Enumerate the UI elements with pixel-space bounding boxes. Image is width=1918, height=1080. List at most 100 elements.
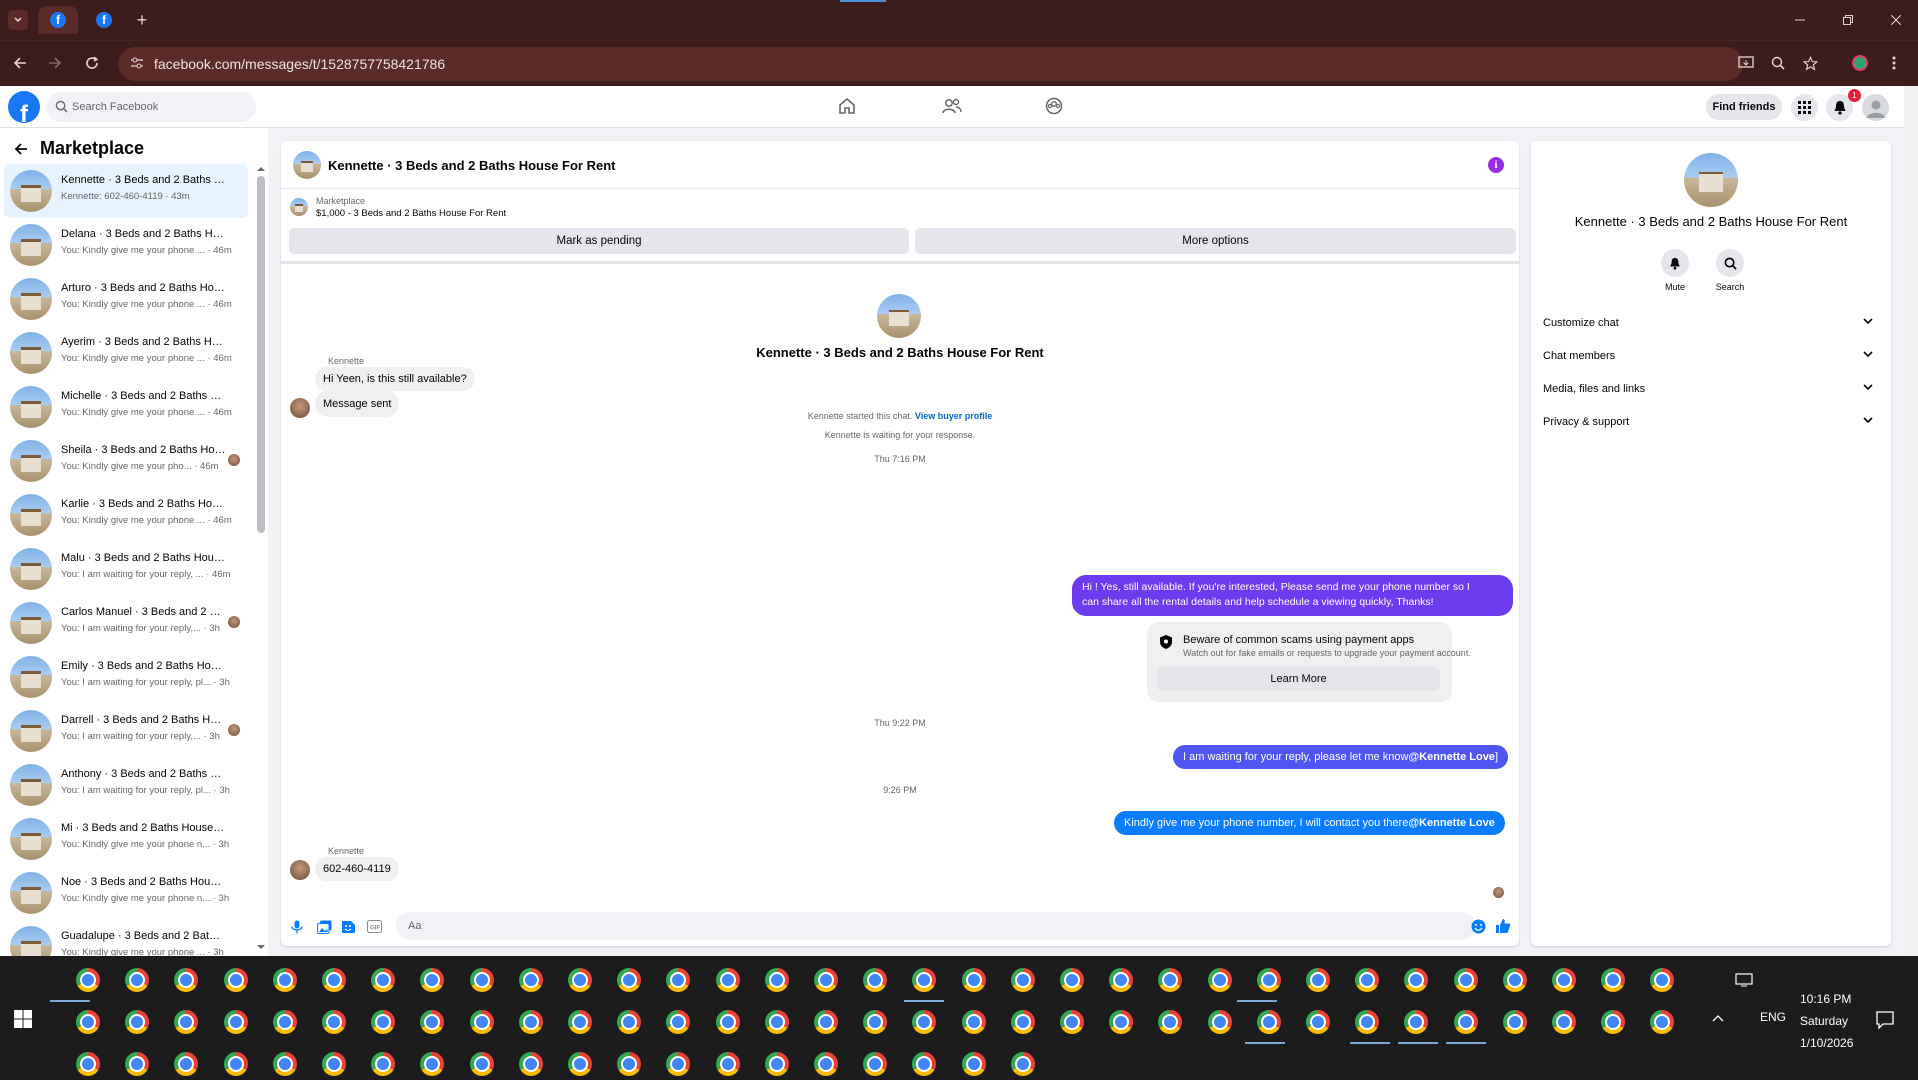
mark-as-pending-button[interactable]: Mark as pending <box>289 228 909 254</box>
taskbar-chrome-icon[interactable] <box>1158 968 1182 992</box>
scroll-up-icon[interactable] <box>256 166 266 172</box>
taskbar-chrome-icon[interactable] <box>1208 1010 1232 1034</box>
taskbar-chrome-icon[interactable] <box>519 968 543 992</box>
taskbar-chrome-icon[interactable] <box>1158 1010 1182 1034</box>
taskbar-chrome-icon[interactable] <box>76 1052 100 1076</box>
taskbar-chrome-icon[interactable] <box>125 1010 149 1034</box>
sidebar-scrollbar[interactable] <box>257 176 265 533</box>
search-action[interactable]: Search <box>1710 249 1750 292</box>
taskbar-chrome-icon[interactable] <box>814 1010 838 1034</box>
taskbar-chrome-icon[interactable] <box>224 1010 248 1034</box>
taskbar-chrome-icon[interactable] <box>1552 968 1576 992</box>
browser-tab-facebook-2[interactable]: f <box>84 6 124 34</box>
taskbar-chrome-icon[interactable] <box>273 968 297 992</box>
taskbar-chrome-icon[interactable] <box>863 1052 887 1076</box>
listing-title[interactable]: $1,000 - 3 Beds and 2 Baths House For Re… <box>316 208 506 219</box>
taskbar-chrome-icon[interactable] <box>1060 1010 1084 1034</box>
conversation-item[interactable]: Darrell · 3 Beds and 2 Baths House For R… <box>4 704 248 758</box>
incoming-message[interactable]: 602-460-4119 <box>315 857 399 881</box>
groups-icon[interactable] <box>1045 97 1063 115</box>
details-thumbnail[interactable] <box>1684 153 1738 207</box>
taskbar-chrome-icon[interactable] <box>912 1052 936 1076</box>
zoom-button[interactable] <box>1768 53 1788 73</box>
back-button[interactable] <box>10 53 30 73</box>
taskbar-chrome-icon[interactable] <box>863 1010 887 1034</box>
friends-icon[interactable] <box>942 97 962 115</box>
cast-button[interactable] <box>1736 53 1756 73</box>
taskbar-chrome-icon[interactable] <box>420 968 444 992</box>
info-icon[interactable]: i <box>1488 157 1504 173</box>
conversation-item[interactable]: Michelle · 3 Beds and 2 Baths House For … <box>4 380 248 434</box>
taskbar-chrome-icon[interactable] <box>716 1052 740 1076</box>
taskbar-chrome-icon[interactable] <box>322 968 346 992</box>
gif-icon[interactable]: GIF <box>367 920 382 933</box>
conversation-item[interactable]: Delana · 3 Beds and 2 Baths House For Re… <box>4 218 248 272</box>
taskbar-chrome-icon[interactable] <box>519 1010 543 1034</box>
forward-button[interactable] <box>45 53 65 73</box>
taskbar-chrome-icon[interactable] <box>765 1052 789 1076</box>
taskbar-chrome-icon[interactable] <box>1257 968 1281 992</box>
browser-tab-facebook-1[interactable]: f <box>38 6 78 34</box>
taskbar-chrome-icon[interactable] <box>1306 1010 1330 1034</box>
language-indicator[interactable]: ENG <box>1760 1010 1786 1024</box>
more-options-button[interactable]: More options <box>915 228 1516 254</box>
outgoing-message[interactable]: Hi ! Yes, still available. If you're int… <box>1072 575 1513 616</box>
taskbar-chrome-icon[interactable] <box>470 1052 494 1076</box>
taskbar-chrome-icon[interactable] <box>1601 968 1625 992</box>
sender-avatar[interactable] <box>290 398 310 418</box>
taskbar-chrome-icon[interactable] <box>1011 1010 1035 1034</box>
taskbar-chrome-icon[interactable] <box>617 1010 641 1034</box>
taskbar-chrome-icon[interactable] <box>863 968 887 992</box>
taskbar-chrome-icon[interactable] <box>1503 968 1527 992</box>
browser-menu-button[interactable] <box>1884 53 1904 73</box>
taskbar-chrome-icon[interactable] <box>666 968 690 992</box>
taskbar-chrome-icon[interactable] <box>814 1052 838 1076</box>
privacy-support-row[interactable]: Privacy & support <box>1543 409 1883 435</box>
minimize-button[interactable] <box>1790 10 1810 30</box>
display-icon[interactable] <box>1735 973 1753 987</box>
taskbar-chrome-icon[interactable] <box>1355 1010 1379 1034</box>
taskbar-chrome-icon[interactable] <box>76 968 100 992</box>
site-settings-icon[interactable] <box>130 56 144 70</box>
emoji-icon[interactable] <box>1471 919 1486 934</box>
customize-chat-row[interactable]: Customize chat <box>1543 310 1883 336</box>
chat-members-row[interactable]: Chat members <box>1543 343 1883 369</box>
conversation-item[interactable]: Malu · 3 Beds and 2 Baths House For Rent… <box>4 542 248 596</box>
taskbar-chrome-icon[interactable] <box>666 1010 690 1034</box>
taskbar-chrome-icon[interactable] <box>617 1052 641 1076</box>
chat-thumbnail[interactable] <box>293 151 321 179</box>
taskbar-chrome-icon[interactable] <box>273 1010 297 1034</box>
taskbar-chrome-icon[interactable] <box>1650 968 1674 992</box>
mention[interactable]: @Kennette Love <box>1408 817 1495 829</box>
mute-button[interactable] <box>1661 249 1689 277</box>
taskbar-chrome-icon[interactable] <box>1601 1010 1625 1034</box>
conversation-item[interactable]: Mi · 3 Beds and 2 Baths House For Rent Yo… <box>4 812 248 866</box>
taskbar-chrome-icon[interactable] <box>1552 1010 1576 1034</box>
taskbar-chrome-icon[interactable] <box>962 1052 986 1076</box>
taskbar-chrome-icon[interactable] <box>76 1010 100 1034</box>
message-input[interactable]: Aa <box>396 912 1476 940</box>
restore-button[interactable] <box>1838 10 1858 30</box>
taskbar-chrome-icon[interactable] <box>420 1052 444 1076</box>
back-arrow-icon[interactable] <box>14 142 28 156</box>
search-in-chat-button[interactable] <box>1716 249 1744 277</box>
facebook-logo[interactable]: f <box>8 91 40 123</box>
taskbar-chrome-icon[interactable] <box>1404 968 1428 992</box>
scroll-down-icon[interactable] <box>256 944 266 950</box>
sender-avatar[interactable] <box>290 860 310 880</box>
taskbar-chrome-icon[interactable] <box>568 1010 592 1034</box>
taskbar-chrome-icon[interactable] <box>1109 1010 1133 1034</box>
notification-center-icon[interactable] <box>1876 1011 1894 1029</box>
taskbar-chrome-icon[interactable] <box>1060 968 1084 992</box>
find-friends-button[interactable]: Find friends <box>1706 94 1782 120</box>
taskbar-chrome-icon[interactable] <box>568 1052 592 1076</box>
taskbar-chrome-icon[interactable] <box>519 1052 543 1076</box>
incoming-message[interactable]: Hi Yeen, is this still available? <box>315 367 475 391</box>
taskbar-chrome-icon[interactable] <box>174 1010 198 1034</box>
taskbar-chrome-icon[interactable] <box>1306 968 1330 992</box>
tab-search-button[interactable] <box>8 10 28 30</box>
bookmark-button[interactable] <box>1800 53 1820 73</box>
mute-action[interactable]: Mute <box>1655 249 1695 292</box>
conversation-item[interactable]: Arturo · 3 Beds and 2 Baths House For Re… <box>4 272 248 326</box>
taskbar-chrome-icon[interactable] <box>1109 968 1133 992</box>
